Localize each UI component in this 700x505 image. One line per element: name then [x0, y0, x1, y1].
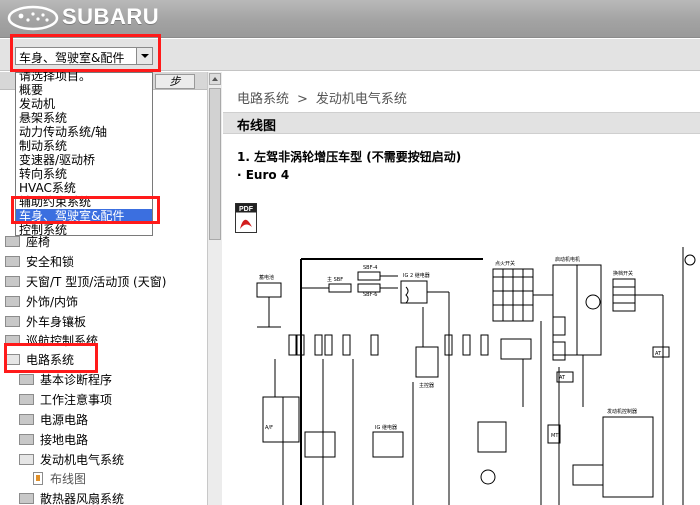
chevron-down-icon[interactable] — [136, 48, 152, 64]
svg-text:IG 2 继电器: IG 2 继电器 — [403, 272, 430, 279]
dropdown-option[interactable]: 悬架系统 — [16, 111, 152, 125]
svg-text:PDF: PDF — [239, 206, 254, 213]
svg-text:蓄电池: 蓄电池 — [259, 274, 274, 281]
dropdown-option[interactable]: 发动机 — [16, 97, 152, 111]
svg-text:SBF-4: SBF-4 — [363, 265, 377, 271]
folder-icon — [19, 394, 34, 405]
svg-text:A/F: A/F — [265, 425, 273, 431]
svg-text:点火开关: 点火开关 — [495, 260, 515, 267]
wiring-diagram: 蓄电池 SBF-4 SBF-6 主 SBF IG 2 继电器 点火开关 启动机电… — [256, 247, 696, 505]
tree-item-radiator-fan[interactable]: 散热器风扇系统 — [19, 489, 124, 505]
svg-text:AT: AT — [559, 375, 566, 381]
tree-item-exterior-interior[interactable]: 外饰/内饰 — [5, 292, 78, 312]
tree-item-precautions[interactable]: 工作注意事项 — [19, 390, 112, 410]
content-heading: 1. 左驾非涡轮增压车型 (不需要按钮启动) — [237, 150, 462, 164]
pdf-icon[interactable]: PDF — [235, 203, 257, 233]
section-title: 布线图 — [237, 119, 277, 134]
toolbar: 车身、驾驶室&配件 — [0, 39, 700, 71]
app-header: SUBARU — [0, 0, 700, 38]
folder-icon — [5, 296, 20, 307]
tree-item-ground-circuit[interactable]: 接地电路 — [19, 430, 88, 450]
dropdown-option[interactable]: 制动系统 — [16, 139, 152, 153]
dropdown-option[interactable]: 请选择项目。 — [16, 69, 152, 83]
tree-item-engine-electrical[interactable]: 发动机电气系统 — [19, 450, 124, 470]
tree-item-basic-diagnosis[interactable]: 基本诊断程序 — [19, 370, 112, 390]
tree-item-body-panels[interactable]: 外车身镶板 — [5, 312, 86, 332]
folder-icon — [19, 434, 34, 445]
svg-text:主 SBF: 主 SBF — [327, 276, 343, 283]
folder-icon — [5, 276, 20, 287]
folder-icon — [19, 374, 34, 385]
content-bullet: · Euro 4 — [237, 168, 290, 182]
dropdown-option[interactable]: 控制系统 — [16, 223, 152, 237]
scrollbar-thumb[interactable] — [209, 88, 221, 240]
folder-icon — [5, 256, 20, 267]
svg-text:发动机控制器: 发动机控制器 — [607, 408, 637, 415]
folder-icon — [5, 316, 20, 327]
scroll-up-icon[interactable] — [209, 73, 221, 85]
svg-text:AT: AT — [655, 351, 662, 357]
folder-icon — [5, 236, 20, 247]
breadcrumb-item[interactable]: 电路系统 — [237, 92, 289, 107]
dropdown-option[interactable]: HVAC系统 — [16, 181, 152, 195]
dropdown-option[interactable]: 动力传动系统/轴 — [16, 125, 152, 139]
brand-title: SUBARU — [62, 4, 160, 29]
category-select[interactable]: 车身、驾驶室&配件 — [15, 47, 153, 65]
dropdown-option[interactable]: 转向系统 — [16, 167, 152, 181]
folder-icon — [5, 335, 20, 346]
svg-text:启动机电机: 启动机电机 — [555, 256, 580, 263]
breadcrumb-item[interactable]: 发动机电气系统 — [316, 92, 407, 107]
category-select-value: 车身、驾驶室&配件 — [19, 51, 125, 65]
svg-text:换档开关: 换档开关 — [613, 270, 633, 277]
folder-icon — [19, 493, 34, 504]
tree-item-sunroof[interactable]: 天窗/T 型顶/活动顶 (天窗) — [5, 272, 166, 292]
content-pane: 电路系统 > 发动机电气系统 布线图 1. 左驾非涡轮增压车型 (不需要按钮启动) … — [223, 72, 700, 505]
subaru-logo-icon — [7, 5, 59, 31]
dropdown-option[interactable]: 变速器/驱动桥 — [16, 153, 152, 167]
svg-text:MT: MT — [551, 433, 559, 439]
left-panel-scrollbar[interactable] — [207, 72, 222, 505]
folder-open-icon — [19, 454, 34, 465]
dropdown-option[interactable]: 辅助约束系统 — [16, 195, 152, 209]
document-icon — [33, 472, 43, 485]
section-header: 布线图 — [223, 112, 700, 134]
tree-item-safety-locks[interactable]: 安全和锁 — [5, 252, 74, 272]
step-button[interactable]: 步 — [155, 74, 195, 89]
dropdown-option-selected[interactable]: 车身、驾驶室&配件 — [16, 209, 152, 223]
breadcrumb: 电路系统 > 发动机电气系统 — [237, 92, 407, 107]
tree-item-power-circuit[interactable]: 电源电路 — [19, 410, 88, 430]
category-dropdown-list: 请选择项目。 概要 发动机 悬架系统 动力传动系统/轴 制动系统 变速器/驱动桥… — [15, 69, 153, 237]
dropdown-option[interactable]: 概要 — [16, 83, 152, 97]
svg-text:IG 继电器: IG 继电器 — [375, 424, 397, 431]
svg-text:SBF-6: SBF-6 — [363, 292, 377, 298]
folder-icon — [19, 414, 34, 425]
tree-item-cruise-control[interactable]: 巡航控制系统 — [5, 331, 98, 351]
folder-open-icon — [5, 354, 20, 365]
tree-item-electrical-system[interactable]: 电路系统 — [5, 350, 74, 370]
svg-text:主控器: 主控器 — [419, 382, 434, 389]
tree-item-wiring-diagram[interactable]: 布线图 — [33, 469, 86, 489]
